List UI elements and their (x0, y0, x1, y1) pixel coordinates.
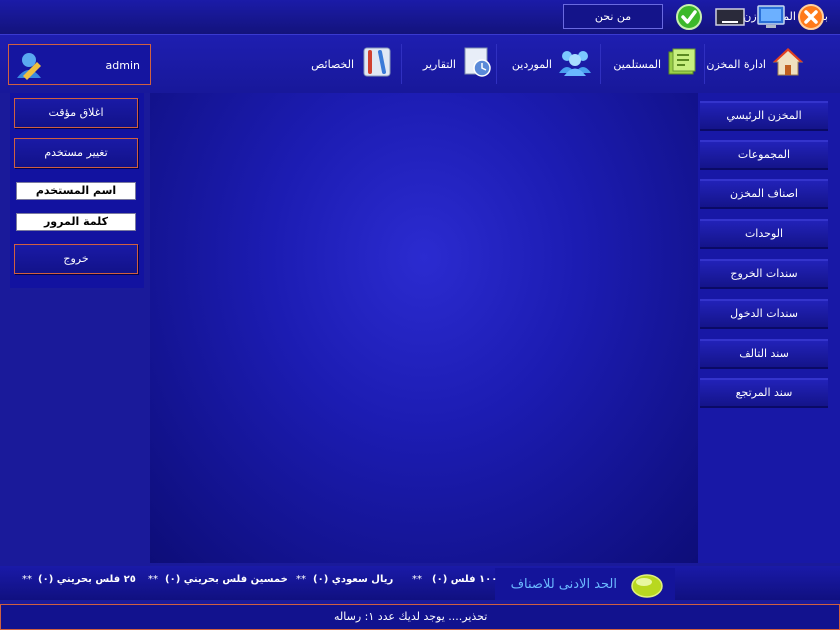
ticker-item: ١٠٠ فلس (٠) (432, 574, 498, 585)
nav-item-warehouse[interactable]: ادارة المخزن (706, 43, 804, 85)
ticker-item: ريال سعودي (٠) (313, 574, 394, 585)
user-box: admin (8, 44, 151, 85)
main-content-area (150, 93, 698, 563)
username-field[interactable]: اسم المستخدم (16, 182, 136, 200)
ticker-separator: ** (296, 574, 306, 585)
nav-item-label: الموردين (511, 57, 552, 71)
tools-icon (360, 46, 394, 82)
account-panel: اغلاق مؤقت تغيير مستخدم اسم المستخدم كلم… (10, 93, 144, 288)
sidebar-item-warehouse-items[interactable]: اصناف المخزن (700, 179, 828, 209)
folder-icon (667, 47, 697, 81)
minimize-monitor-icon[interactable] (714, 3, 745, 31)
nav-divider (600, 44, 601, 84)
user-name: admin (105, 59, 140, 72)
sidebar-item-units[interactable]: الوحدات (700, 219, 828, 249)
monitor-icon[interactable] (755, 3, 785, 31)
ticker-separator: ** (148, 574, 158, 585)
temporary-close-button[interactable]: اغلاق مؤقت (14, 98, 138, 128)
sidebar-item-outgoing-vouchers[interactable]: سندات الخروج (700, 259, 828, 289)
close-icon[interactable] (796, 3, 826, 31)
ticker-item: ٢٥ فلس بحريني (٠) (38, 574, 136, 585)
home-icon (772, 46, 804, 82)
status-message: تحذير.... يوجد لديك عدد ١: رساله (334, 610, 488, 623)
sidebar-item-incoming-vouchers[interactable]: سندات الدخول (700, 299, 828, 329)
nav-item-receivers[interactable]: المستلمين (613, 43, 697, 85)
users-icon (558, 47, 592, 81)
nav-item-properties[interactable]: الخصائص (311, 43, 394, 85)
user-pencil-icon (15, 50, 45, 84)
password-field[interactable]: كلمة المرور (16, 213, 136, 231)
nav-divider (401, 44, 402, 84)
ticker-separator: ** (22, 574, 32, 585)
sidebar-item-groups[interactable]: المجموعات (700, 140, 828, 170)
nav-divider (704, 44, 705, 84)
nav-item-label: ادارة المخزن (706, 57, 766, 71)
nav-item-label: المستلمين (613, 57, 661, 71)
exit-button[interactable]: خروج (14, 244, 138, 274)
about-button[interactable]: من نحن (563, 4, 663, 29)
ticker-separator: ** (412, 574, 422, 585)
sidebar: المخزن الرئيسي المجموعات اصناف المخزن ال… (698, 93, 840, 563)
nav-item-label: الخصائص (311, 57, 354, 71)
check-icon[interactable] (674, 3, 704, 31)
sidebar-item-damaged-voucher[interactable]: سند التالف (700, 339, 828, 369)
sidebar-item-main-warehouse[interactable]: المخزن الرئيسي (700, 101, 828, 131)
ticker-item: خمسين فلس بحريني (٠) (165, 574, 288, 585)
minimum-stock-label: الحد الادنى للاصناف (510, 576, 617, 592)
green-orb-icon (630, 573, 664, 603)
nav-item-suppliers[interactable]: الموردين (512, 43, 592, 85)
sidebar-item-return-voucher[interactable]: سند المرتجع (700, 378, 828, 408)
change-user-button[interactable]: تغيير مستخدم (14, 138, 138, 168)
nav-item-reports[interactable]: التقارير (423, 43, 494, 85)
nav-divider (496, 44, 497, 84)
clock-icon (462, 46, 494, 82)
nav-item-label: التقارير (422, 57, 456, 71)
